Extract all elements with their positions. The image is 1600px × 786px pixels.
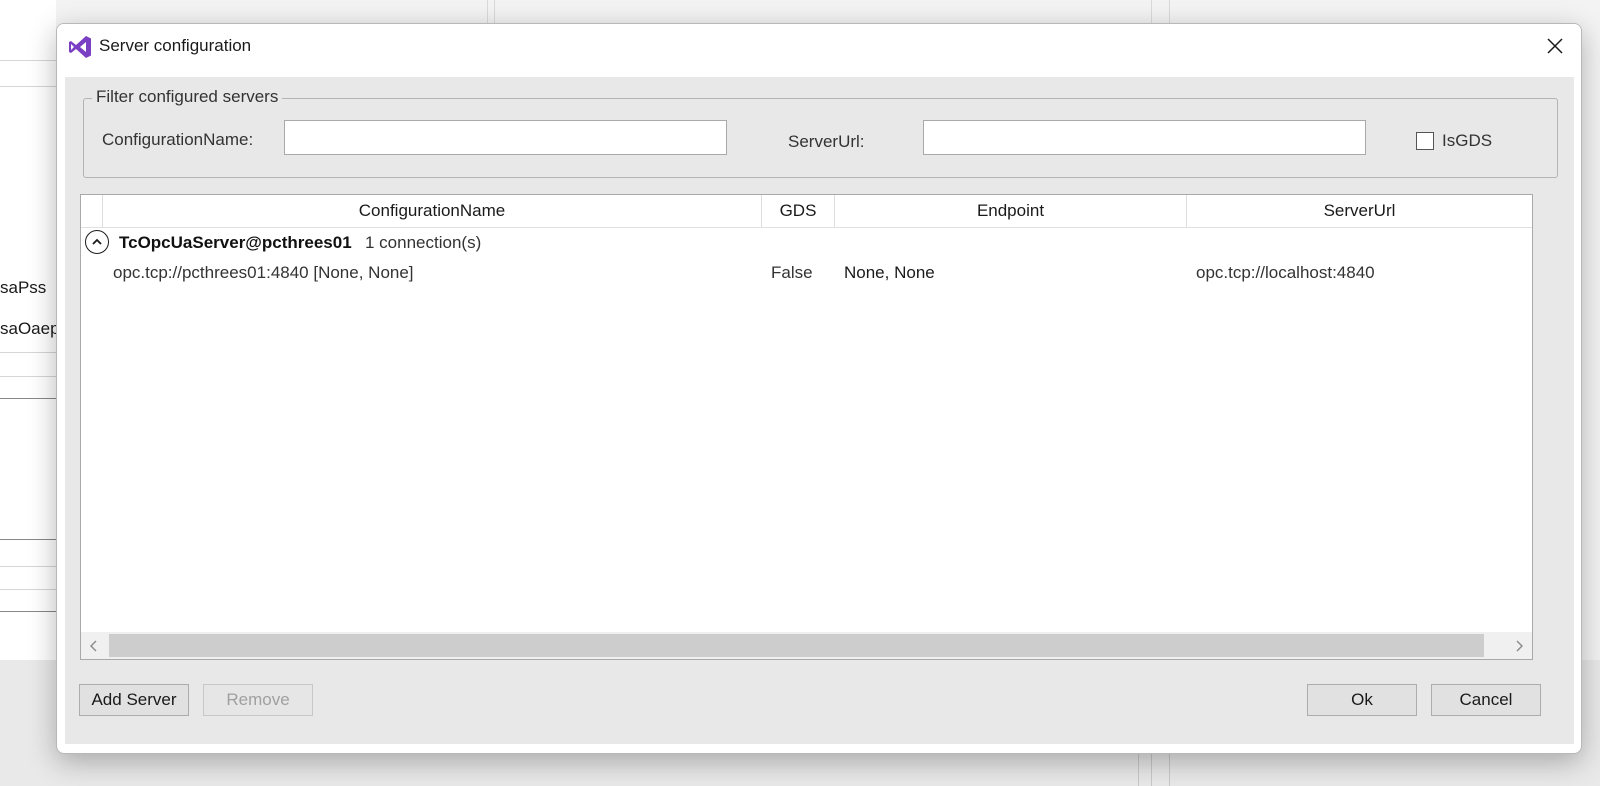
background-divider (1138, 750, 1139, 786)
background-divider (1169, 750, 1170, 786)
cell-configuration-name: opc.tcp://pcthrees01:4840 [None, None] (113, 263, 414, 282)
table-row[interactable]: opc.tcp://pcthrees01:4840 [None, None] F… (81, 260, 1532, 290)
column-header-gds[interactable]: GDS (762, 195, 835, 227)
configuration-name-label: ConfigurationName: (102, 130, 254, 149)
is-gds-label: IsGDS (1442, 131, 1493, 150)
column-header-endpoint[interactable]: Endpoint (835, 195, 1187, 227)
server-url-label: ServerUrl: (788, 132, 865, 151)
background-divider (0, 352, 56, 353)
chevron-up-icon (92, 238, 102, 245)
group-expander[interactable] (85, 230, 109, 254)
group-title: TcOpcUaServer@pcthrees01 (119, 233, 352, 252)
dialog-titlebar[interactable]: Server configuration (57, 24, 1581, 70)
server-configuration-dialog: Server configuration Filter configured s… (56, 23, 1582, 754)
background-left-panel: saPss saOaep (0, 0, 60, 660)
grid-header-row-selector (81, 195, 103, 227)
background-divider (0, 611, 56, 612)
column-header-server-url[interactable]: ServerUrl (1187, 195, 1532, 227)
grid-header: ConfigurationName GDS Endpoint ServerUrl (81, 195, 1532, 228)
close-icon (1547, 38, 1563, 54)
close-button[interactable] (1537, 30, 1573, 62)
background-divider (0, 539, 56, 540)
group-connection-count: 1 connection(s) (365, 233, 482, 252)
server-url-input[interactable] (923, 120, 1366, 155)
visual-studio-icon (69, 36, 91, 58)
cell-server-url: opc.tcp://localhost:4840 (1196, 263, 1375, 282)
column-header-configuration-name[interactable]: ConfigurationName (103, 195, 762, 227)
background-divider (1151, 750, 1152, 786)
scrollbar-thumb[interactable] (109, 634, 1484, 657)
background-divider (1169, 0, 1170, 23)
background-divider (494, 0, 495, 23)
chevron-left-icon (90, 640, 97, 651)
filter-groupbox-legend: Filter configured servers (92, 87, 283, 107)
background-text-fragment: saOaep (0, 319, 60, 338)
background-divider (0, 86, 56, 87)
background-text-fragment: saPss (0, 278, 47, 297)
background-divider (487, 0, 488, 23)
group-row[interactable]: TcOpcUaServer@pcthrees01 1 connection(s) (81, 228, 1532, 260)
background-divider (0, 398, 56, 399)
cell-gds: False (771, 263, 813, 282)
background-divider (0, 60, 56, 61)
add-server-button[interactable]: Add Server (79, 684, 189, 716)
cancel-button[interactable]: Cancel (1431, 684, 1541, 716)
is-gds-checkbox-box[interactable] (1416, 132, 1434, 150)
background-divider (1151, 0, 1152, 23)
horizontal-scrollbar[interactable] (81, 632, 1532, 659)
filter-groupbox: Filter configured servers ConfigurationN… (83, 87, 1558, 178)
background-divider (0, 376, 56, 377)
ok-button[interactable]: Ok (1307, 684, 1417, 716)
cell-endpoint: None, None (844, 263, 935, 282)
background-divider (0, 566, 56, 567)
dialog-title: Server configuration (99, 36, 252, 55)
configuration-name-input[interactable] (284, 120, 727, 155)
remove-button[interactable]: Remove (203, 684, 313, 716)
scroll-left-button[interactable] (81, 632, 107, 659)
is-gds-checkbox[interactable]: IsGDS (1416, 131, 1492, 151)
background-divider (0, 589, 56, 590)
server-configurations-grid: ConfigurationName GDS Endpoint ServerUrl… (80, 194, 1533, 660)
scroll-right-button[interactable] (1506, 632, 1532, 659)
dialog-client-area: Filter configured servers ConfigurationN… (65, 77, 1574, 744)
chevron-right-icon (1516, 640, 1523, 651)
